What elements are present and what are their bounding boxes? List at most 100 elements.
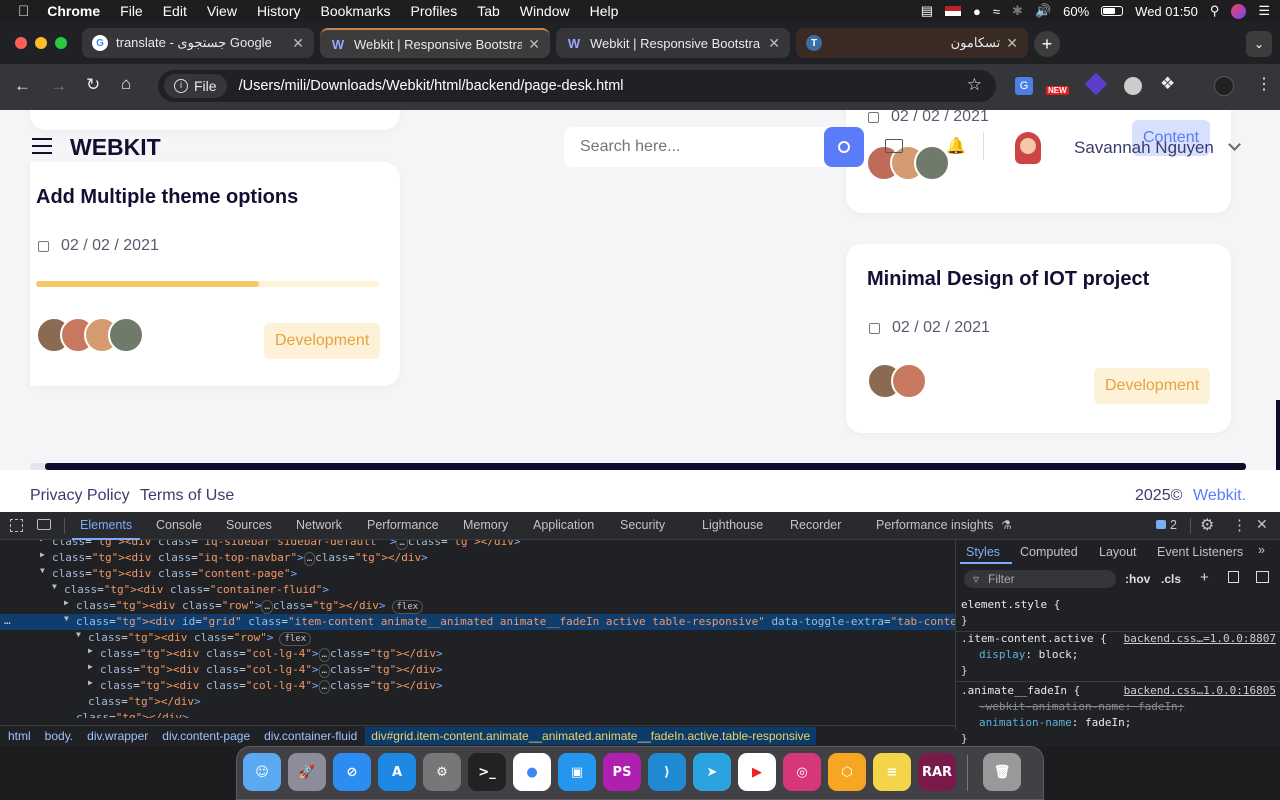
new-tab-button[interactable]: +	[1034, 31, 1060, 57]
home-icon[interactable]: ⌂	[121, 74, 131, 94]
safari-icon[interactable]: ⊘	[333, 753, 371, 791]
bluetooth-icon[interactable]: ✱	[1012, 3, 1023, 19]
docker-icon[interactable]: ▣	[558, 753, 596, 791]
dom-node[interactable]: ▼ class="tg"><div class="content-page">	[0, 566, 955, 582]
phpstorm-icon[interactable]: PS	[603, 753, 641, 791]
control-center-icon[interactable]: ☰	[1258, 3, 1270, 19]
hov-toggle[interactable]: :hov	[1125, 572, 1150, 586]
footer-brand-link[interactable]: Webkit.	[1193, 487, 1246, 505]
spotlight-icon[interactable]: ⚲	[1210, 3, 1220, 19]
launchpad-icon[interactable]: 🚀	[288, 753, 326, 791]
subtab-styles[interactable]: Styles	[966, 545, 1000, 559]
tab-lighthouse[interactable]: Lighthouse	[702, 518, 763, 532]
privacy-policy-link[interactable]: Privacy Policy	[30, 487, 130, 505]
dom-node[interactable]: ▶ class="tg"><div class="row">… class="tg"…	[0, 598, 955, 614]
avatar[interactable]	[914, 145, 950, 181]
tab-close-icon[interactable]: ✕	[528, 36, 540, 53]
tab-console[interactable]: Console	[156, 518, 202, 532]
eyes-extension-icon[interactable]	[1124, 77, 1142, 95]
terms-link[interactable]: Terms of Use	[140, 487, 234, 505]
device-toolbar-icon[interactable]	[37, 519, 51, 530]
menu-history[interactable]: History	[257, 3, 301, 19]
battery-icon[interactable]	[1101, 6, 1124, 16]
expand-arrow-icon[interactable]: ▶	[88, 678, 93, 687]
avatar[interactable]	[891, 363, 927, 399]
dom-node[interactable]: ▼ class="tg"><div class="row"> flex	[0, 630, 955, 646]
user-avatar[interactable]	[1003, 123, 1053, 173]
expand-arrow-icon[interactable]: ▼	[52, 582, 57, 591]
expand-arrow-icon[interactable]: ▼	[40, 566, 45, 575]
menu-view[interactable]: View	[207, 3, 237, 19]
dom-node[interactable]: ▶ class="tg"><div class="col-lg-4">… class…	[0, 662, 955, 678]
avatar[interactable]	[108, 317, 144, 353]
more-options-icon[interactable]: ⋮	[1232, 516, 1247, 534]
css-rule[interactable]: .item-content.active {backend.css…=1.0.0…	[956, 630, 1280, 682]
wifi-icon[interactable]: ≈	[993, 4, 1000, 19]
volume-icon[interactable]: 🔊	[1035, 3, 1051, 19]
window-close-button[interactable]	[15, 37, 27, 49]
docker-status-icon[interactable]: ▤	[921, 3, 933, 19]
close-devtools-icon[interactable]: ✕	[1256, 516, 1268, 533]
menu-window[interactable]: Window	[520, 3, 570, 19]
tab-sources[interactable]: Sources	[226, 518, 272, 532]
telegram-icon[interactable]: ➤	[693, 753, 731, 791]
expand-arrow-icon[interactable]: ▶	[88, 646, 93, 655]
winrar-icon[interactable]: RAR	[918, 753, 956, 791]
breadcrumb-wrapper[interactable]: div.wrapper	[87, 729, 148, 743]
tab-webkit-active[interactable]: W Webkit | Responsive Bootstra ✕	[320, 28, 550, 58]
issues-icon[interactable]	[1156, 520, 1166, 529]
back-icon[interactable]: ←	[14, 76, 31, 96]
expand-arrow-icon[interactable]: ▶	[64, 598, 69, 607]
dom-node[interactable]: ▶ class="tg"><div class="col-lg-4">… class…	[0, 646, 955, 662]
css-property[interactable]: -webkit-animation-name: fadeIn;	[961, 700, 1276, 716]
address-bar[interactable]: i File /Users/mili/Downloads/Webkit/html…	[158, 70, 996, 102]
css-property[interactable]: animation-name: fadeIn;	[961, 716, 1276, 732]
menu-bookmarks[interactable]: Bookmarks	[321, 3, 391, 19]
url-text[interactable]: /Users/mili/Downloads/Webkit/html/backen…	[239, 78, 624, 94]
siri-icon[interactable]	[1231, 3, 1247, 19]
tab-webkit-2[interactable]: W Webkit | Responsive Bootstra ✕	[556, 28, 790, 58]
breadcrumb-container-fluid[interactable]: div.container-fluid	[264, 729, 357, 743]
window-zoom-button[interactable]	[55, 37, 67, 49]
dom-node[interactable]: ▶ class="tg"><div class="iq-top-navbar">……	[0, 550, 955, 566]
tab-taskamoon[interactable]: T تسکامون ✕	[796, 28, 1028, 58]
expand-arrow-icon[interactable]: ▼	[76, 630, 81, 639]
bookmark-star-icon[interactable]: ☆	[967, 75, 982, 95]
menu-app-name[interactable]: Chrome	[47, 3, 100, 19]
issues-count[interactable]: 2	[1170, 518, 1177, 532]
css-property[interactable]: display: block;	[961, 648, 1276, 664]
inspect-element-icon[interactable]	[10, 519, 23, 532]
profile-avatar[interactable]	[1214, 76, 1234, 96]
dom-node-selected[interactable]: ▼ … class="tg"><div id="grid" class="item-…	[0, 614, 955, 630]
tab-elements[interactable]: Elements	[80, 518, 132, 532]
tab-network[interactable]: Network	[296, 518, 342, 532]
css-rule[interactable]: element.style {}	[956, 596, 1280, 632]
app-store-icon[interactable]: A	[378, 753, 416, 791]
menu-help[interactable]: Help	[590, 3, 619, 19]
breadcrumb-html[interactable]: html	[8, 729, 31, 743]
dom-node[interactable]: class="tg"></div>	[0, 710, 955, 718]
terminal-icon[interactable]: >_	[468, 753, 506, 791]
expand-arrow-icon[interactable]: ▶	[40, 550, 45, 559]
tab-recorder[interactable]: Recorder	[790, 518, 841, 532]
dom-node[interactable]: ▶ class="tg"><div class="col-lg-4">… class…	[0, 678, 955, 694]
user-name[interactable]: Savannah Nguyen	[1074, 138, 1214, 158]
expand-arrow-icon[interactable]: ▼	[64, 614, 69, 623]
dom-node[interactable]: class="tg"></div>	[0, 694, 955, 710]
breadcrumb-grid-selected[interactable]: div#grid.item-content.animate__animated.…	[365, 727, 817, 745]
status-badge-development[interactable]: Development	[264, 323, 381, 359]
layers-extension-icon[interactable]	[1084, 72, 1108, 96]
expand-arrow-icon[interactable]: ▶	[88, 662, 93, 671]
tab-memory[interactable]: Memory	[463, 518, 508, 532]
paint-icon[interactable]	[1228, 571, 1239, 583]
node-actions-icon[interactable]: …	[4, 614, 11, 627]
tab-security[interactable]: Security	[620, 518, 665, 532]
vpn-icon[interactable]: ●	[973, 4, 981, 19]
task-card-theme-options[interactable]: Add Multiple theme options 02 / 02 / 202…	[30, 162, 400, 386]
subtab-computed[interactable]: Computed	[1020, 545, 1078, 559]
apple-icon[interactable]: 	[18, 3, 29, 20]
status-badge-development[interactable]: Development	[1094, 368, 1211, 404]
search-input[interactable]	[564, 127, 824, 167]
tab-google-translate[interactable]: G translate - جستجوی Google ✕	[82, 28, 314, 58]
site-logo[interactable]: WEBKIT	[70, 134, 161, 161]
